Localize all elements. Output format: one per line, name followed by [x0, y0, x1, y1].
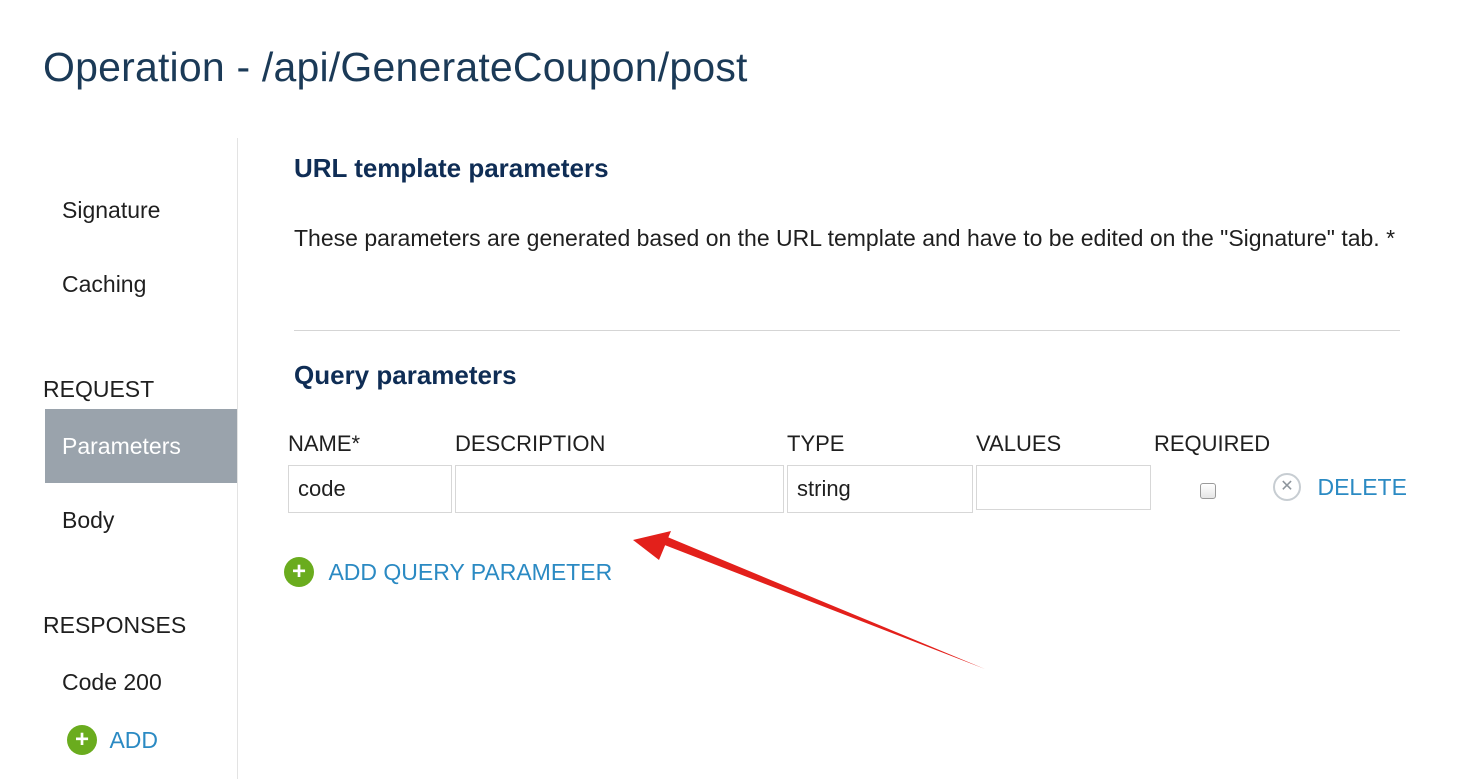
url-template-description: These parameters are generated based on …: [294, 225, 1396, 251]
sidebar-item-code-200[interactable]: Code 200: [62, 669, 162, 696]
sidebar-item-parameters[interactable]: Parameters: [45, 409, 237, 483]
column-header-type: TYPE: [787, 431, 845, 456]
param-values-input[interactable]: [976, 465, 1151, 510]
delete-label: DELETE: [1317, 473, 1407, 500]
column-header-required: REQUIRED: [1154, 431, 1271, 456]
sidebar-section-responses: RESPONSES: [43, 612, 187, 638]
param-name-input[interactable]: [288, 465, 452, 513]
sidebar-item-signature[interactable]: Signature: [62, 197, 160, 224]
column-header-values: VALUES: [976, 431, 1062, 456]
add-response-label: ADD: [109, 726, 159, 753]
add-query-parameter-label: ADD QUERY PARAMETER: [328, 558, 613, 585]
sidebar: Signature Caching REQUEST Parameters Bod…: [0, 138, 238, 779]
plus-circle-icon: +: [284, 557, 314, 587]
column-header-description: DESCRIPTION: [455, 431, 606, 456]
param-required-checkbox[interactable]: [1200, 483, 1216, 499]
section-divider: [294, 330, 1400, 331]
param-type-input[interactable]: [787, 465, 973, 513]
param-description-input[interactable]: [455, 465, 784, 513]
sidebar-item-body[interactable]: Body: [62, 507, 114, 534]
sidebar-item-caching[interactable]: Caching: [62, 271, 146, 298]
url-template-heading: URL template parameters: [294, 153, 609, 183]
close-circle-icon: ✕: [1273, 473, 1301, 501]
plus-circle-icon: +: [67, 725, 97, 755]
page-title: Operation - /api/GenerateCoupon/post: [43, 44, 748, 90]
add-query-parameter-button[interactable]: + ADD QUERY PARAMETER: [284, 557, 612, 587]
main-content: URL template parameters These parameters…: [238, 138, 1459, 779]
sidebar-section-request: REQUEST: [43, 376, 155, 402]
column-header-name: NAME*: [288, 431, 361, 456]
query-parameters-heading: Query parameters: [294, 360, 517, 390]
delete-parameter-button[interactable]: ✕ DELETE: [1273, 473, 1407, 501]
add-response-button[interactable]: + ADD: [67, 725, 158, 755]
sidebar-item-label: Parameters: [62, 433, 181, 459]
